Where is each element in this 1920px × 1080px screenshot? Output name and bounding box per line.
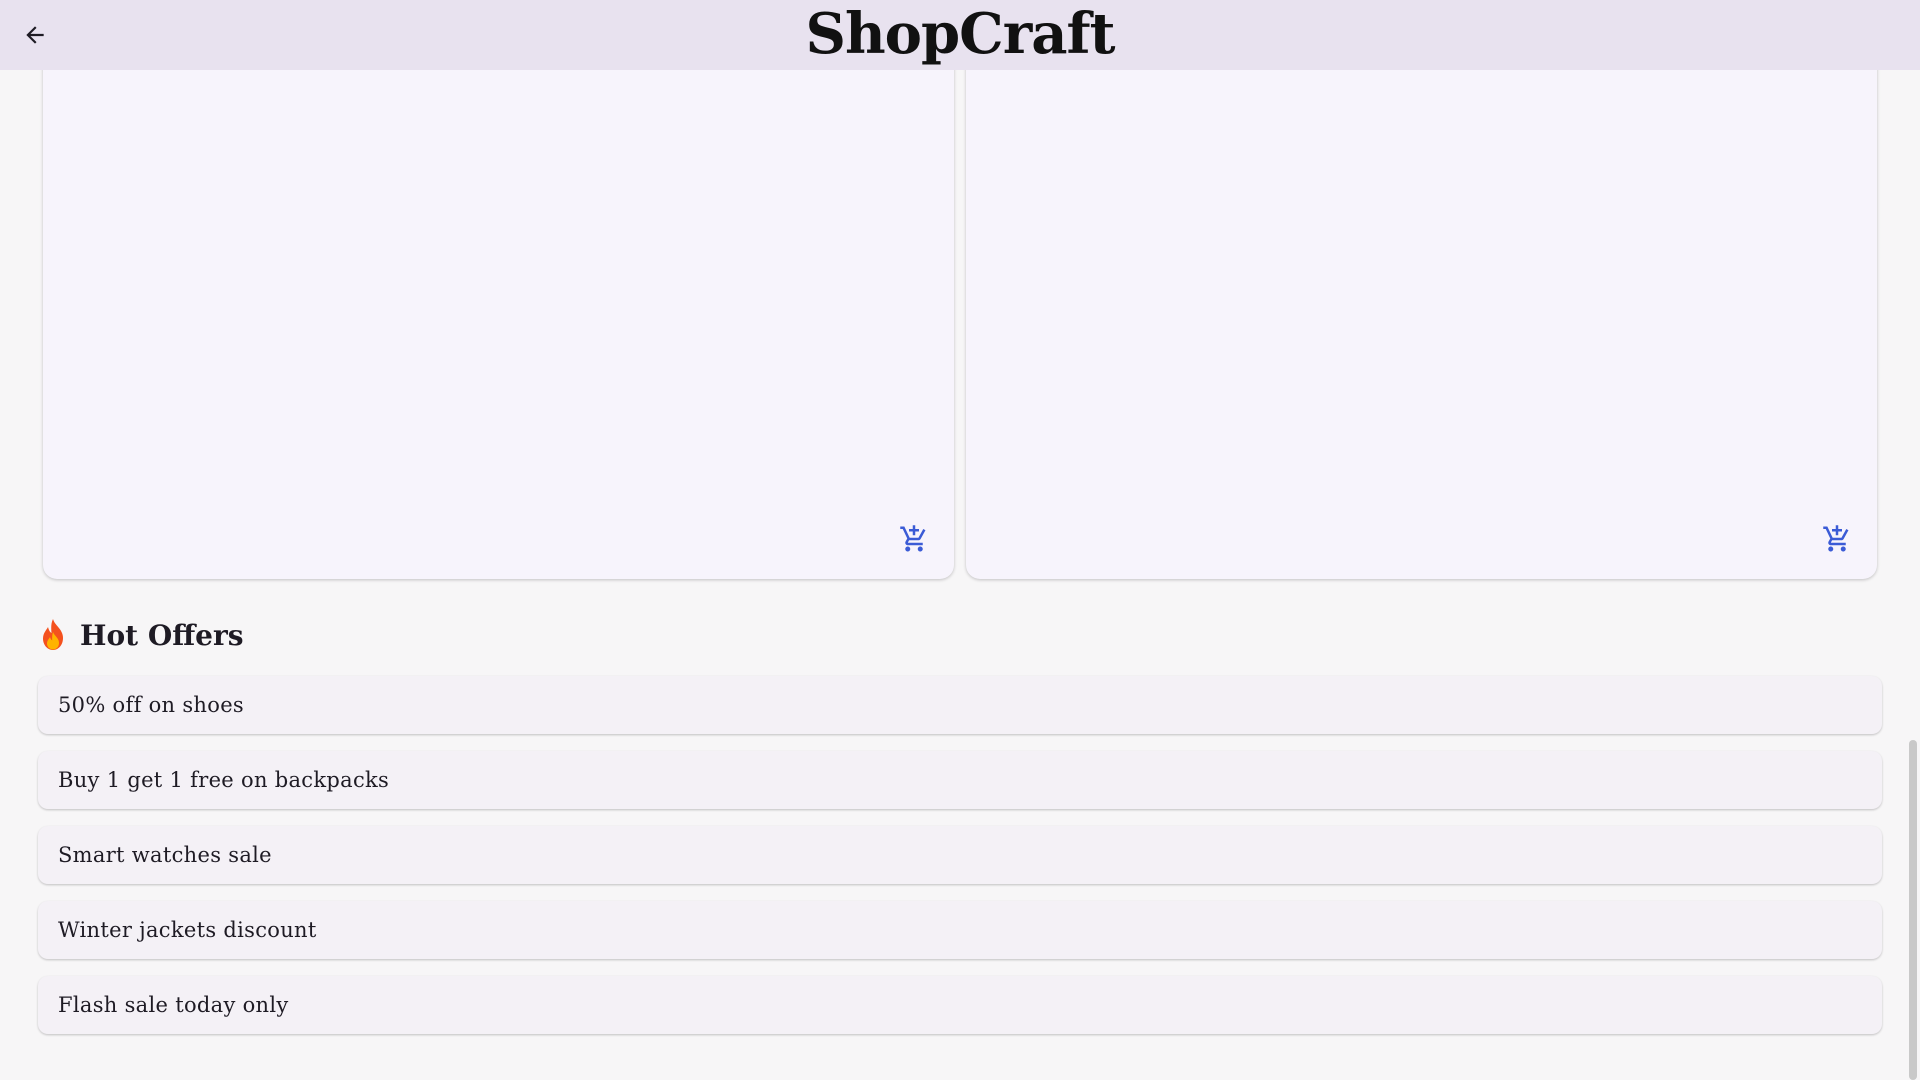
add-shopping-cart-icon	[900, 525, 926, 552]
scrollbar-thumb[interactable]	[1909, 740, 1917, 1080]
offer-item[interactable]: Winter jackets discount	[38, 901, 1882, 959]
product-card[interactable]	[966, 40, 1877, 579]
add-to-cart-button[interactable]	[1821, 523, 1853, 555]
app-title: ShopCraft	[805, 1, 1116, 67]
app-bar: ShopCraft	[0, 0, 1920, 70]
section-title: Hot Offers	[80, 618, 244, 652]
offer-item[interactable]: Flash sale today only	[38, 976, 1882, 1034]
product-card[interactable]	[43, 40, 954, 579]
offers-list: 50% off on shoes Buy 1 get 1 free on bac…	[38, 676, 1882, 1051]
offer-item[interactable]: 50% off on shoes	[38, 676, 1882, 734]
add-to-cart-button[interactable]	[898, 523, 930, 555]
hot-offers-header: Hot Offers	[38, 613, 244, 657]
add-shopping-cart-icon	[1823, 525, 1849, 552]
fire-icon	[43, 619, 63, 650]
offer-item[interactable]: Buy 1 get 1 free on backpacks	[38, 751, 1882, 809]
offer-item[interactable]: Smart watches sale	[38, 826, 1882, 884]
